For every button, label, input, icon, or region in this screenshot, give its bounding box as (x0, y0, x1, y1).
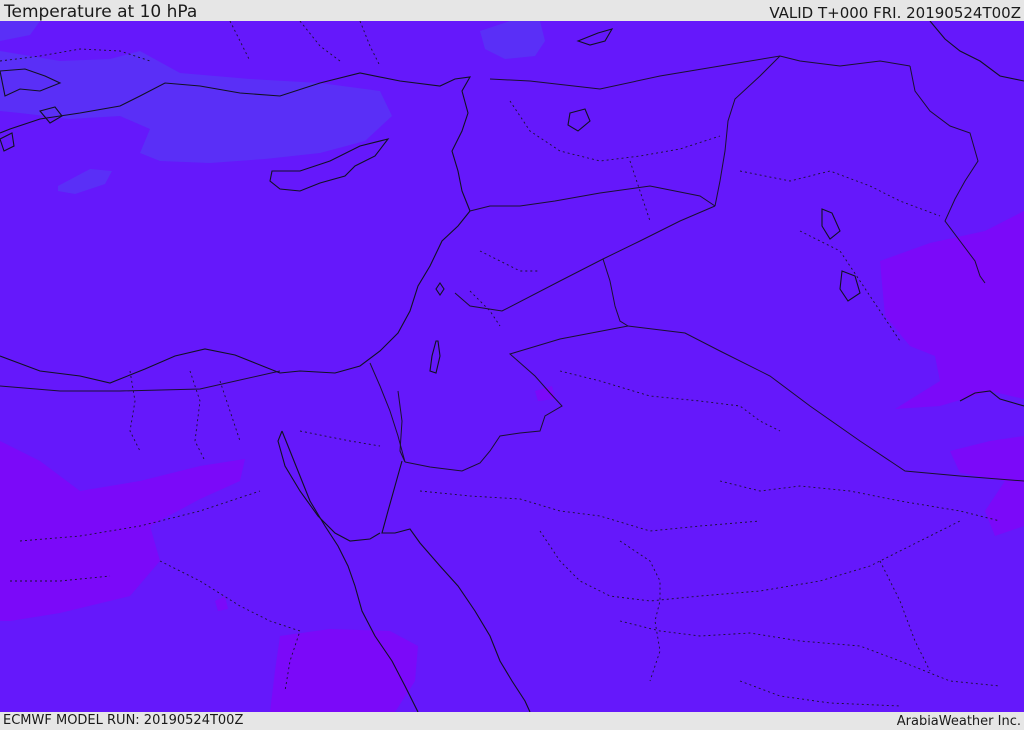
valid-time: VALID T+000 FRI. 20190524T00Z (769, 4, 1021, 22)
model-run: ECMWF MODEL RUN: 20190524T00Z (3, 713, 244, 728)
map-header: Temperature at 10 hPa VALID T+000 FRI. 2… (0, 0, 1024, 22)
map-title: Temperature at 10 hPa (4, 2, 198, 22)
map-canvas (0, 21, 1024, 712)
temperature-map (0, 21, 1024, 712)
map-footer: ECMWF MODEL RUN: 20190524T00Z ArabiaWeat… (0, 712, 1024, 729)
credit: ArabiaWeather Inc. (896, 714, 1021, 729)
